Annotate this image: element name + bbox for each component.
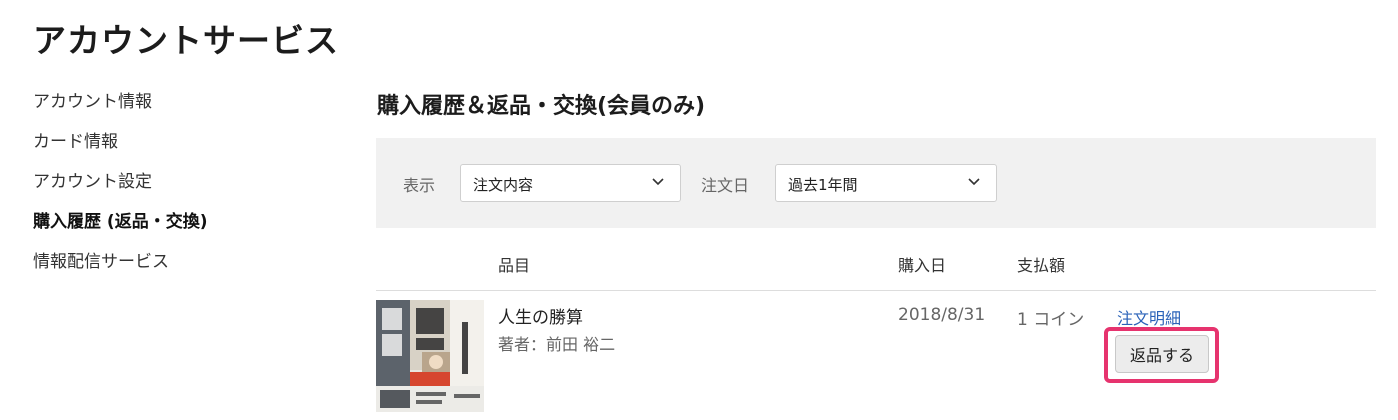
book-cover-image (376, 300, 484, 412)
page-title: アカウントサービス (33, 21, 339, 60)
item-author: 著者：前田 裕二 (498, 335, 616, 354)
sidebar-item-purchase-history[interactable]: 購入履歴 (返品・交換) (33, 210, 333, 250)
section-title: 購入履歴＆返品・交換(会員のみ) (377, 94, 706, 119)
item-title: 人生の勝算 (498, 308, 583, 328)
order-date-select-value: 過去1年間 (788, 176, 858, 194)
display-filter-label: 表示 (403, 176, 436, 195)
order-date-select[interactable]: 過去1年間 (775, 164, 997, 202)
column-header-item: 品目 (498, 256, 531, 275)
order-date-filter-label: 注文日 (701, 176, 750, 195)
sidebar-item-card-info[interactable]: カード情報 (33, 130, 333, 170)
payment-amount: 1 コイン (1017, 310, 1085, 330)
order-details-link[interactable]: 注文明細 (1117, 305, 1181, 329)
chevron-down-icon (652, 178, 664, 186)
sidebar-item-account-info[interactable]: アカウント情報 (33, 90, 333, 130)
purchase-date: 2018/8/31 (898, 305, 986, 325)
column-header-date: 購入日 (898, 256, 947, 275)
display-select-value: 注文内容 (473, 176, 534, 194)
table-divider (376, 290, 1376, 291)
column-header-amount: 支払額 (1017, 256, 1066, 275)
filter-bar: 表示 注文内容 注文日 過去1年間 (376, 138, 1376, 228)
chevron-down-icon (968, 178, 980, 186)
sidebar: アカウント情報 カード情報 アカウント設定 購入履歴 (返品・交換) 情報配信サ… (33, 90, 333, 290)
display-select[interactable]: 注文内容 (460, 164, 681, 202)
sidebar-item-newsletter[interactable]: 情報配信サービス (33, 250, 333, 290)
sidebar-item-account-settings[interactable]: アカウント設定 (33, 170, 333, 210)
return-button[interactable]: 返品する (1115, 335, 1209, 373)
